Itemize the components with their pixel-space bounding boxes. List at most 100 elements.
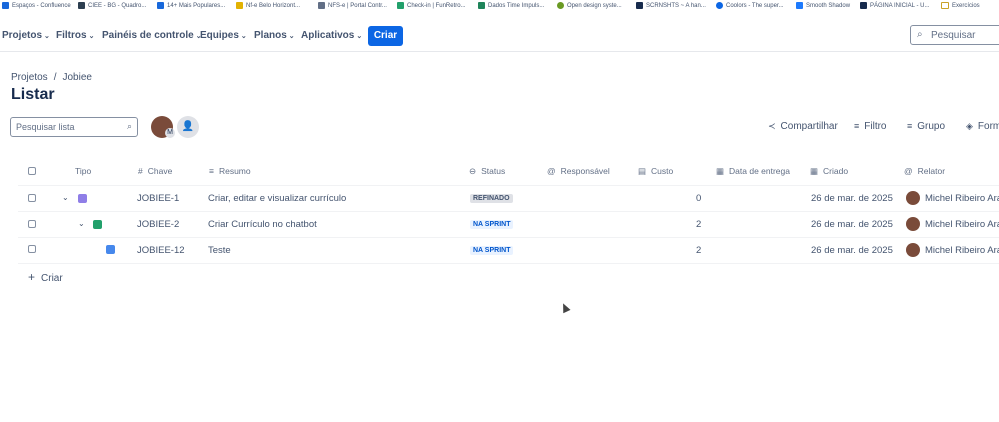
bookmark-nfe[interactable]: Nf-e Belo Horizont... [236,2,300,9]
search-icon: ⌕ [126,121,132,131]
bookmark-pagina-inicial[interactable]: PÁGINA INICIAL - U... [860,2,929,9]
column-header-cost[interactable]: ▤ Custo [638,166,673,177]
select-all-checkbox[interactable] [28,167,36,175]
issue-key[interactable]: JOBIEE-2 [137,219,179,230]
ciee-icon [78,2,85,9]
nav-equipes[interactable]: Equipes ⌄ [200,30,247,41]
bookmark-ciee[interactable]: CIEE - BG - Quadro... [78,2,146,9]
page-title: Listar [11,86,55,103]
breadcrumb-projetos[interactable]: Projetos [11,72,48,83]
group-icon: ≡ [907,121,913,131]
bookmark-dados-time[interactable]: Dados Time Impuls... [478,2,544,9]
nav-paineis[interactable]: Painéis de controle ⌄ [102,30,202,41]
share-icon: ≺ [768,121,776,131]
reporter-name[interactable]: Michel Ribeiro Araújo [925,245,999,256]
column-header-assignee[interactable]: @ Responsável [547,166,610,176]
cost-value[interactable]: 2 [696,245,701,256]
search-icon: ⌕ [917,29,923,40]
share-button[interactable]: ≺ Compartilhar [768,121,838,132]
bookmark-open-design[interactable]: Open design syste... [557,2,622,9]
bookmark-exercicios[interactable]: Exercícios [941,2,980,9]
row-divider [18,211,999,212]
status-badge[interactable]: NA SPRINT [470,220,514,229]
cost-value[interactable]: 0 [696,193,701,204]
bookmark-scrnshts[interactable]: SCRNSHTS ~ A han... [636,2,706,9]
coolors-icon [716,2,723,9]
nfe-icon [236,2,243,9]
text-lines-icon: ≡ [209,166,214,176]
avatar[interactable]: M [151,116,175,138]
filter-icon: ≡ [854,121,860,131]
chevron-down-icon[interactable]: ⌄ [78,219,85,228]
issue-summary[interactable]: Criar, editar e visualizar currículo [208,193,346,204]
row-divider [18,263,999,264]
issue-key[interactable]: JOBIEE-1 [137,193,179,204]
bookmark-doc-icon [157,2,164,9]
row-checkbox[interactable] [28,245,36,253]
list-search-input[interactable]: Pesquisar lista ⌕ [10,117,138,137]
smooth-shadow-icon [796,2,803,9]
sheets-icon [478,2,485,9]
group-button[interactable]: ≡ Grupo [907,121,945,132]
column-header-created[interactable]: ▦ Criado [810,166,848,177]
folder-icon [941,2,949,9]
global-search-input[interactable]: ⌕ Pesquisar [910,25,999,45]
top-navigation: Projetos ⌄ Filtros ⌄ Painéis de controle ⌄ … [0,24,999,48]
add-people-icon[interactable]: 👤 [177,116,199,138]
chevron-down-icon: ⌄ [288,33,295,40]
breadcrumb-jobiee[interactable]: Jobiee [62,72,91,83]
nav-projetos[interactable]: Projetos ⌄ [2,30,50,41]
nfse-icon [318,2,325,9]
at-sign-icon: @ [547,166,556,176]
bookmark-coolors[interactable]: Coolors - The super... [716,2,784,9]
bookmarks-bar: Espaços - Confluence CIEE - BG - Quadro.… [0,0,999,14]
status-badge[interactable]: NA SPRINT [470,246,514,255]
avatar [906,217,920,231]
chevron-down-icon: ⌄ [44,33,50,40]
scrnshts-icon [636,2,643,9]
column-header-status[interactable]: ⊖ Status [469,166,505,177]
bookmark-nfse[interactable]: NFS-e | Portal Contr... [318,2,387,9]
breadcrumb: Projetos / Jobiee [11,72,92,83]
nav-filtros[interactable]: Filtros ⌄ [56,30,94,41]
bookmark-populares[interactable]: 14+ Mais Populares... [157,2,225,9]
row-checkbox[interactable] [28,194,36,202]
nav-aplicativos[interactable]: Aplicativos ⌄ [301,30,362,41]
column-header-summary[interactable]: ≡ Resumo [209,166,251,176]
chevron-down-icon[interactable]: ⌄ [62,193,69,202]
column-header-due-date[interactable]: ▦ Data de entrega [716,166,790,177]
chevron-down-icon: ⌄ [356,33,363,40]
create-issue-button[interactable]: + Criar [28,270,63,284]
column-header-reporter[interactable]: @ Relator [904,166,945,176]
row-divider [18,185,999,186]
column-header-type[interactable]: Tipo [75,166,91,176]
bookmark-confluence[interactable]: Espaços - Confluence [2,2,71,9]
issue-summary[interactable]: Criar Currículo no chatbot [208,219,317,230]
cost-value[interactable]: 2 [696,219,701,230]
row-checkbox[interactable] [28,220,36,228]
filter-button[interactable]: ≡ Filtro [854,121,887,132]
confluence-icon [2,2,9,9]
nav-planos[interactable]: Planos ⌄ [254,30,295,41]
avatar [906,191,920,205]
reporter-name[interactable]: Michel Ribeiro Araújo [925,193,999,204]
bookmark-funretro[interactable]: Check-in | FunRetro... [397,2,466,9]
status-badge[interactable]: REFINADO [470,194,513,203]
created-date: 26 de mar. de 2025 [811,219,893,230]
bookmark-smooth-shadow[interactable]: Smooth Shadow [796,2,850,9]
column-header-key[interactable]: # Chave [138,166,172,176]
hash-icon: # [138,166,143,176]
issue-summary[interactable]: Teste [208,245,231,256]
created-date: 26 de mar. de 2025 [811,193,893,204]
format-button[interactable]: ◈Formatar [966,121,999,132]
calendar-icon: ▦ [716,166,725,176]
field-icon: ▤ [638,166,647,176]
open-design-icon [557,2,564,9]
row-divider [18,237,999,238]
breadcrumb-separator: / [53,72,57,83]
reporter-name[interactable]: Michel Ribeiro Araújo [925,219,999,230]
at-sign-icon: @ [904,166,913,176]
issue-key[interactable]: JOBIEE-12 [137,245,185,256]
mouse-cursor-icon [559,301,571,314]
create-button[interactable]: Criar [368,26,403,46]
